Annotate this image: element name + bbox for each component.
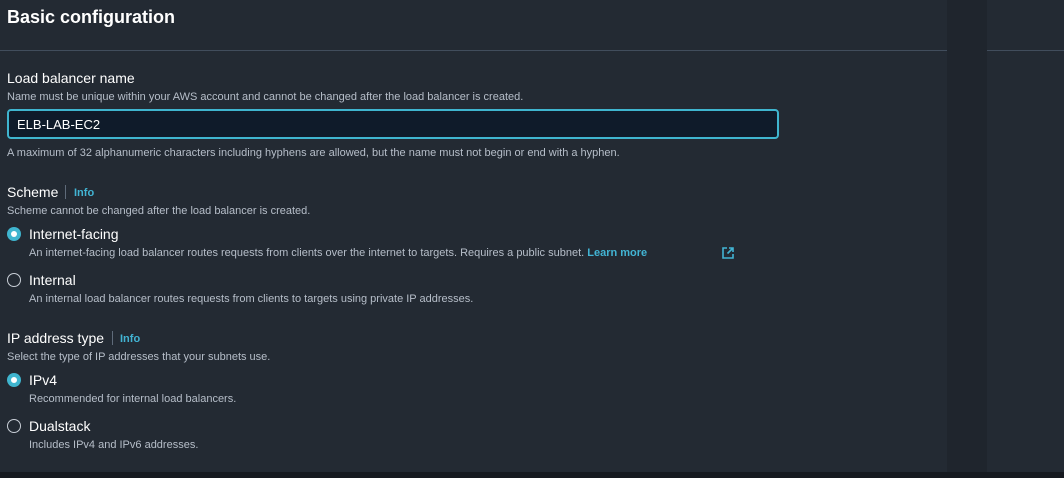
name-label: Load balancer name xyxy=(7,70,135,86)
internet-facing-description-text: An internet-facing load balancer routes … xyxy=(29,247,585,259)
scheme-description: Scheme cannot be changed after the load … xyxy=(7,205,311,217)
side-area xyxy=(987,0,1064,478)
dualstack-description: Includes IPv4 and IPv6 addresses. xyxy=(29,439,199,451)
internal-label[interactable]: Internal xyxy=(29,272,76,288)
ipv4-label[interactable]: IPv4 xyxy=(29,372,57,388)
dualstack-label[interactable]: Dualstack xyxy=(29,418,90,434)
learn-more-link[interactable]: Learn more xyxy=(587,247,647,259)
scheme-divider xyxy=(65,185,66,199)
internet-facing-description: An internet-facing load balancer routes … xyxy=(29,247,647,259)
name-description: Name must be unique within your AWS acco… xyxy=(7,91,524,103)
ip-type-description: Select the type of IP addresses that you… xyxy=(7,351,271,363)
dualstack-radio[interactable] xyxy=(7,419,21,433)
ip-type-divider xyxy=(112,331,113,345)
scheme-info-link[interactable]: Info xyxy=(74,187,94,199)
name-input-box[interactable] xyxy=(7,109,779,139)
ipv4-description: Recommended for internal load balancers. xyxy=(29,393,237,405)
name-constraint: A maximum of 32 alphanumeric characters … xyxy=(7,147,620,159)
internet-facing-radio[interactable] xyxy=(7,227,21,241)
section-header: Basic configuration xyxy=(0,0,947,51)
ip-type-info-link[interactable]: Info xyxy=(120,333,140,345)
internal-radio[interactable] xyxy=(7,273,21,287)
section-title: Basic configuration xyxy=(7,7,176,27)
ipv4-radio[interactable] xyxy=(7,373,21,387)
side-divider xyxy=(987,50,1064,51)
internet-facing-label[interactable]: Internet-facing xyxy=(29,226,119,242)
scroll-gutter xyxy=(947,0,987,478)
scheme-label: Scheme xyxy=(7,184,59,200)
load-balancer-name-input[interactable] xyxy=(9,111,777,137)
bottom-edge xyxy=(0,472,1064,478)
ip-type-label: IP address type xyxy=(7,330,105,346)
external-link-icon[interactable] xyxy=(721,246,735,260)
internal-description: An internal load balancer routes request… xyxy=(29,293,474,305)
